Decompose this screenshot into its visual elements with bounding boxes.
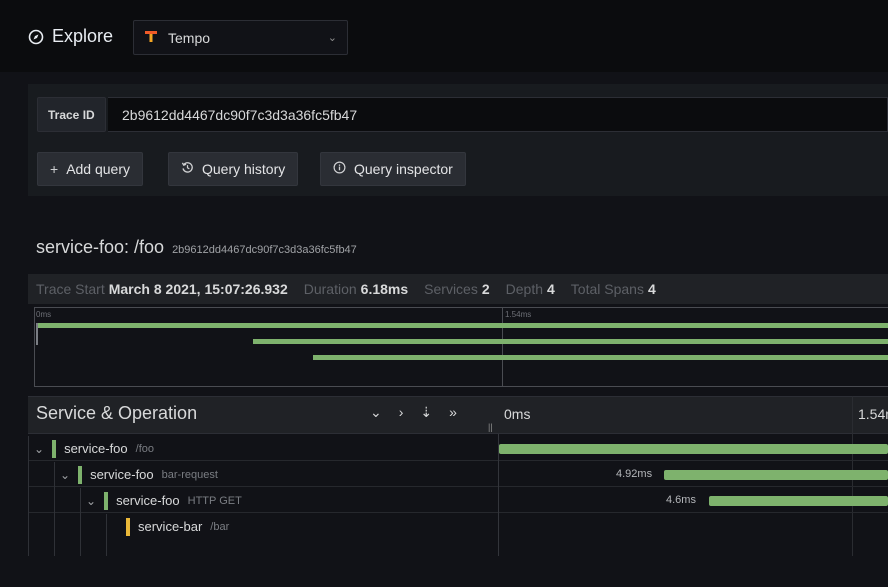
- expand-all-icon[interactable]: »: [449, 404, 457, 421]
- datasource-name: Tempo: [168, 29, 211, 46]
- chevron-down-icon[interactable]: ⌄: [34, 442, 44, 456]
- span-duration-bar[interactable]: [664, 470, 888, 480]
- operation-name: /foo: [135, 442, 154, 455]
- datasource-picker[interactable]: Tempo ⌄: [133, 20, 348, 55]
- plus-icon: +: [50, 161, 59, 177]
- span-duration-bar[interactable]: [499, 444, 888, 454]
- service-name: service-foo: [64, 441, 128, 456]
- chevron-down-icon[interactable]: ⌄: [86, 494, 96, 508]
- service-name: service-foo: [90, 467, 154, 482]
- span-label[interactable]: ⌄ service-foo HTTP GET: [86, 488, 242, 513]
- column-resize-handle[interactable]: ||: [488, 422, 493, 432]
- trace-title: service-foo: /foo 2b9612dd4467dc90f7c3d3…: [36, 237, 357, 258]
- minimap-span-bar: [313, 355, 888, 360]
- trace-id-input[interactable]: 2b9612dd4467dc90f7c3d3a36fc5fb47: [108, 97, 888, 132]
- service-operation-header: Service & Operation: [36, 403, 198, 423]
- query-inspector-button[interactable]: Query inspector: [320, 152, 466, 186]
- span-duration-bar[interactable]: [709, 496, 888, 506]
- tree-guide: [106, 514, 107, 556]
- service-color-bar: [78, 465, 83, 484]
- timeline-tick-start: 0ms: [504, 406, 531, 422]
- timeline-tick-mid: 1.54ms: [858, 406, 888, 422]
- duration-label: Duration: [303, 281, 357, 297]
- minimap-tick-start: 0ms: [36, 310, 52, 319]
- span-duration-label: 4.6ms: [666, 494, 696, 506]
- operation-name: bar-request: [161, 468, 218, 481]
- depth-label: Depth: [505, 281, 543, 297]
- span-duration-label: 4.92ms: [616, 468, 653, 480]
- minimap-gridline: [502, 307, 503, 387]
- minimap-span-bar: [253, 339, 888, 344]
- info-circle-icon: [333, 161, 346, 177]
- trace-start-label: Trace Start: [36, 281, 105, 297]
- history-icon: [181, 161, 194, 177]
- service-color-bar: [126, 517, 130, 536]
- chevron-down-icon: ⌄: [327, 32, 337, 44]
- operation-name: HTTP GET: [187, 494, 242, 507]
- total-spans-label: Total Spans: [570, 281, 644, 297]
- operation-name: /bar: [210, 520, 230, 533]
- tree-guide: [28, 436, 29, 556]
- service-color-bar: [52, 439, 57, 458]
- service-name: service-bar: [138, 519, 203, 534]
- add-query-button[interactable]: + Add query: [37, 152, 144, 186]
- trace-id-label: Trace ID: [37, 97, 106, 132]
- span-label[interactable]: ⌄ service-foo /foo: [34, 436, 154, 461]
- duration-value: 6.18ms: [360, 281, 409, 297]
- compass-icon: [28, 29, 44, 45]
- services-label: Services: [424, 281, 478, 297]
- total-spans-value: 4: [647, 281, 656, 297]
- tree-guide: [80, 488, 81, 556]
- minimap-drag-handle[interactable]: [36, 323, 38, 345]
- service-color-bar: [104, 491, 109, 510]
- span-label[interactable]: service-bar /bar: [126, 514, 229, 539]
- trace-start-value: March 8 2021, 15:07:26.932: [108, 281, 288, 297]
- collapse-one-icon[interactable]: ⌄: [370, 404, 382, 421]
- trace-id-text: 2b9612dd4467dc90f7c3d3a36fc5fb47: [172, 244, 357, 256]
- explore-title: Explore: [52, 26, 114, 46]
- tree-guide: [54, 462, 55, 556]
- query-history-label: Query history: [202, 161, 286, 177]
- minimap-tick-mid: 1.54ms: [505, 310, 532, 319]
- expand-one-icon[interactable]: ›: [399, 404, 404, 421]
- trace-name: service-foo: /foo: [36, 237, 165, 257]
- add-query-label: Add query: [66, 161, 131, 177]
- query-history-button[interactable]: Query history: [168, 152, 299, 186]
- chevron-down-icon[interactable]: ⌄: [60, 468, 70, 482]
- query-inspector-label: Query inspector: [354, 161, 453, 177]
- trace-stats-bar: Trace Start March 8 2021, 15:07:26.932 D…: [28, 274, 888, 304]
- span-label[interactable]: ⌄ service-foo bar-request: [60, 462, 218, 487]
- service-name: service-foo: [116, 493, 180, 508]
- explore-heading: Explore: [28, 26, 113, 47]
- services-value: 2: [481, 281, 490, 297]
- collapse-all-icon[interactable]: ⇣: [420, 404, 432, 421]
- trace-minimap[interactable]: [34, 307, 888, 387]
- minimap-span-bar: [36, 323, 888, 328]
- depth-value: 4: [547, 281, 555, 297]
- expand-controls: ⌄ › ⇣ »: [370, 404, 457, 421]
- tempo-logo-icon: [144, 29, 158, 46]
